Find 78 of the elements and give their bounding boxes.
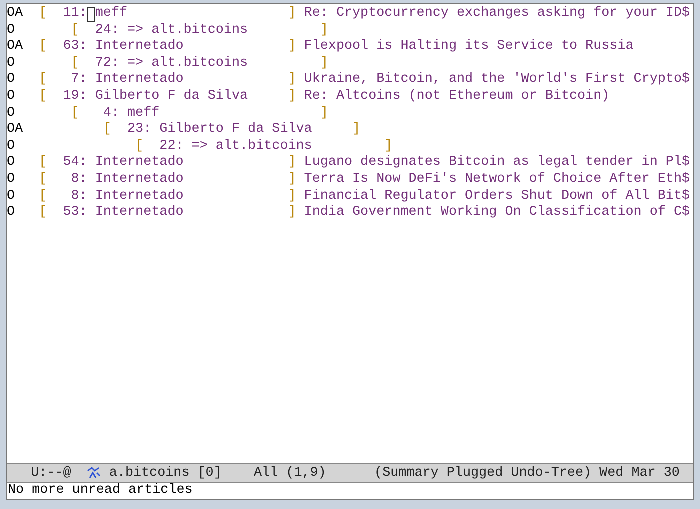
thread-bracket: [	[71, 22, 80, 40]
thread-bracket: ]	[288, 39, 296, 56]
thread-bracket: ]	[288, 205, 296, 222]
article-author: => alt.bitcoins	[192, 138, 314, 155]
article-author: Internetado	[95, 39, 185, 56]
article-number: 23:	[126, 122, 152, 139]
thread-bracket: ]	[288, 172, 296, 189]
article-subject[interactable]: India Government Working On Classification of C$	[304, 205, 690, 222]
article-number: 19:	[62, 88, 88, 106]
read-mark: O	[7, 72, 16, 89]
article-author: Internetado	[95, 155, 185, 172]
thread-bracket: ]	[288, 72, 296, 89]
thread-bracket: [	[136, 138, 144, 155]
article-subject[interactable]: Re: Altcoins (not Ethereum or Bitcoin)	[304, 88, 610, 106]
mode-list: (Summary Plugged Undo-Tree) Wed Mar 30	[374, 466, 680, 480]
article-subject[interactable]: Flexpool is Halting its Service to Russia	[304, 39, 634, 56]
article-subject[interactable]: Re: Cryptocurrency exchanges asking for your ID$	[304, 6, 690, 23]
article-author: meff	[128, 106, 160, 122]
article-number: 4:	[102, 106, 120, 122]
thread-bracket: [	[39, 6, 48, 23]
article-author: Internetado	[95, 172, 185, 189]
thread-bracket: [	[39, 172, 48, 189]
thread-bracket: [	[39, 88, 48, 106]
thread-bracket: [	[39, 155, 48, 172]
thread-bracket: ]	[320, 56, 328, 72]
article-subject[interactable]: Ukraine, Bitcoin, and the 'World's First Crypto$	[304, 72, 690, 89]
article-number: 72:	[94, 56, 120, 72]
thread-bracket: ]	[384, 138, 393, 155]
thread-bracket: [	[71, 56, 80, 72]
article-number: 53:	[62, 205, 88, 222]
thread-bracket: ]	[288, 6, 296, 23]
thread-bracket: ]	[288, 155, 296, 172]
read-mark: OA	[7, 122, 24, 139]
read-mark: O	[7, 56, 16, 72]
article-number: 24:	[94, 22, 120, 39]
thread-bracket: ]	[288, 88, 296, 106]
article-number: 63:	[62, 39, 88, 56]
buffer-position: All (1,9)	[254, 466, 326, 480]
read-mark: OA	[7, 39, 24, 56]
thread-bracket: [	[39, 188, 48, 205]
thread-bracket: ]	[288, 188, 296, 205]
read-mark: O	[7, 22, 16, 40]
thread-bracket: [	[103, 122, 112, 139]
read-mark: OA	[7, 6, 24, 23]
article-author: Internetado	[95, 72, 185, 89]
read-mark: O	[7, 138, 16, 156]
article-author: => alt.bitcoins	[128, 22, 250, 39]
article-number: 22:	[158, 138, 184, 155]
thread-bracket: [	[39, 205, 48, 222]
article-number: 54:	[62, 155, 88, 172]
article-author: Gilberto F da Silva	[95, 88, 250, 106]
article-author: meff	[95, 6, 129, 23]
read-mark: O	[7, 106, 16, 122]
article-number: 8:	[70, 188, 88, 206]
article-subject[interactable]: Terra Is Now DeFi's Network of Choice After Eth$	[304, 172, 690, 189]
read-mark: O	[7, 88, 16, 106]
thread-bracket: ]	[320, 106, 328, 122]
thread-bracket: [	[71, 106, 80, 122]
read-mark: O	[7, 205, 16, 222]
buffer-name: a.bitcoins [0]	[109, 466, 222, 480]
article-subject[interactable]: Lugano designates Bitcoin as legal tender in Pl$	[304, 155, 690, 172]
thread-bracket: ]	[352, 122, 361, 139]
read-mark: O	[7, 155, 16, 172]
read-mark: O	[7, 188, 16, 206]
article-author: Internetado	[95, 205, 185, 222]
echo-message: No more unread articles	[7, 483, 194, 499]
read-mark: O	[7, 172, 16, 189]
buffer-state: U:--@	[31, 466, 72, 480]
article-subject[interactable]: Financial Regulator Orders Shut Down of All Bit$	[304, 188, 690, 206]
thread-bracket: [	[39, 72, 48, 89]
article-author: Gilberto F da Silva	[160, 122, 314, 139]
article-number: 7:	[70, 72, 88, 89]
article-author: Internetado	[95, 188, 185, 205]
article-number: 8:	[70, 172, 88, 189]
article-author: => alt.bitcoins	[128, 56, 250, 72]
article-number: 11:	[62, 6, 88, 23]
thread-bracket: [	[39, 39, 48, 56]
thread-bracket: ]	[320, 22, 328, 39]
